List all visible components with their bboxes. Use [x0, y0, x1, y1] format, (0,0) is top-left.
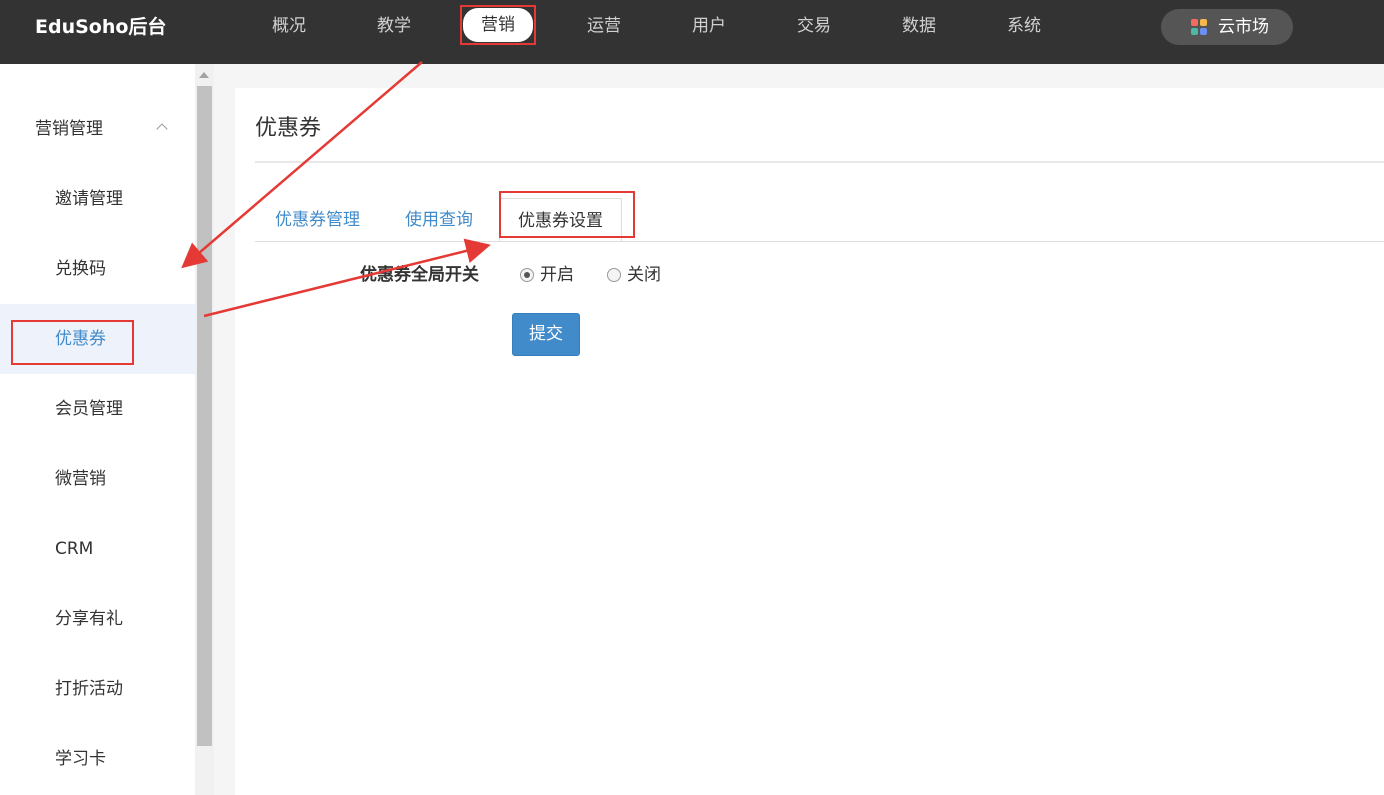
nav-item-users[interactable]: 用户 — [676, 10, 742, 42]
radio-off-label: 关闭 — [627, 265, 661, 285]
radio-off-circle[interactable] — [607, 268, 621, 282]
sidebar-item-share-reward[interactable]: 分享有礼 — [0, 584, 195, 654]
sidebar-item-redeem-code[interactable]: 兑换码 — [0, 234, 195, 304]
sidebar-item-membership[interactable]: 会员管理 — [0, 374, 195, 444]
cloud-market-label: 云市场 — [1218, 17, 1269, 37]
nav-item-overview[interactable]: 概况 — [256, 10, 322, 42]
scroll-up-arrow-icon[interactable] — [199, 72, 209, 78]
annotation-box-coupon-settings — [499, 191, 635, 238]
tab-usage-query[interactable]: 使用查询 — [405, 198, 473, 242]
title-divider — [255, 161, 1384, 163]
radio-on-label: 开启 — [540, 265, 574, 285]
radio-on-circle[interactable] — [520, 268, 534, 282]
tabs-divider — [255, 241, 1384, 242]
sidebar: 营销管理 邀请管理 兑换码 优惠券 会员管理 微营销 CRM 分享有礼 打折活动… — [0, 64, 195, 795]
sidebar-item-invite[interactable]: 邀请管理 — [0, 164, 195, 234]
sidebar-group-marketing[interactable]: 营销管理 — [35, 116, 103, 142]
nav-item-data[interactable]: 数据 — [886, 10, 952, 42]
chevron-up-icon[interactable] — [156, 123, 168, 135]
nav-item-teaching[interactable]: 教学 — [361, 10, 427, 42]
content-panel: 优惠券 优惠券管理 使用查询 优惠券设置 优惠券全局开关 开启 关闭 提交 — [235, 88, 1384, 795]
sidebar-item-micro-marketing[interactable]: 微营销 — [0, 444, 195, 514]
cloud-market-button[interactable]: 云市场 — [1161, 9, 1293, 45]
nav-item-system[interactable]: 系统 — [991, 10, 1057, 42]
sidebar-item-study-card[interactable]: 学习卡 — [0, 724, 195, 794]
top-navigation-bar: EduSoho后台 概况 教学 营销 运营 用户 交易 数据 系统 云市场 — [0, 0, 1384, 64]
annotation-box-marketing — [460, 5, 536, 45]
sidebar-item-crm[interactable]: CRM — [0, 514, 195, 584]
brand-logo[interactable]: EduSoho后台 — [35, 14, 166, 40]
scrollbar-thumb[interactable] — [197, 86, 212, 746]
annotation-box-coupon — [11, 320, 134, 365]
app-grid-icon — [1191, 19, 1207, 35]
page-title: 优惠券 — [255, 116, 322, 141]
submit-button[interactable]: 提交 — [512, 313, 580, 356]
nav-item-operation[interactable]: 运营 — [571, 10, 637, 42]
tab-coupon-management[interactable]: 优惠券管理 — [275, 198, 360, 242]
sidebar-item-discount[interactable]: 打折活动 — [0, 654, 195, 724]
global-switch-label: 优惠券全局开关 — [360, 265, 479, 285]
nav-item-trade[interactable]: 交易 — [781, 10, 847, 42]
sidebar-scrollbar[interactable] — [195, 64, 214, 795]
